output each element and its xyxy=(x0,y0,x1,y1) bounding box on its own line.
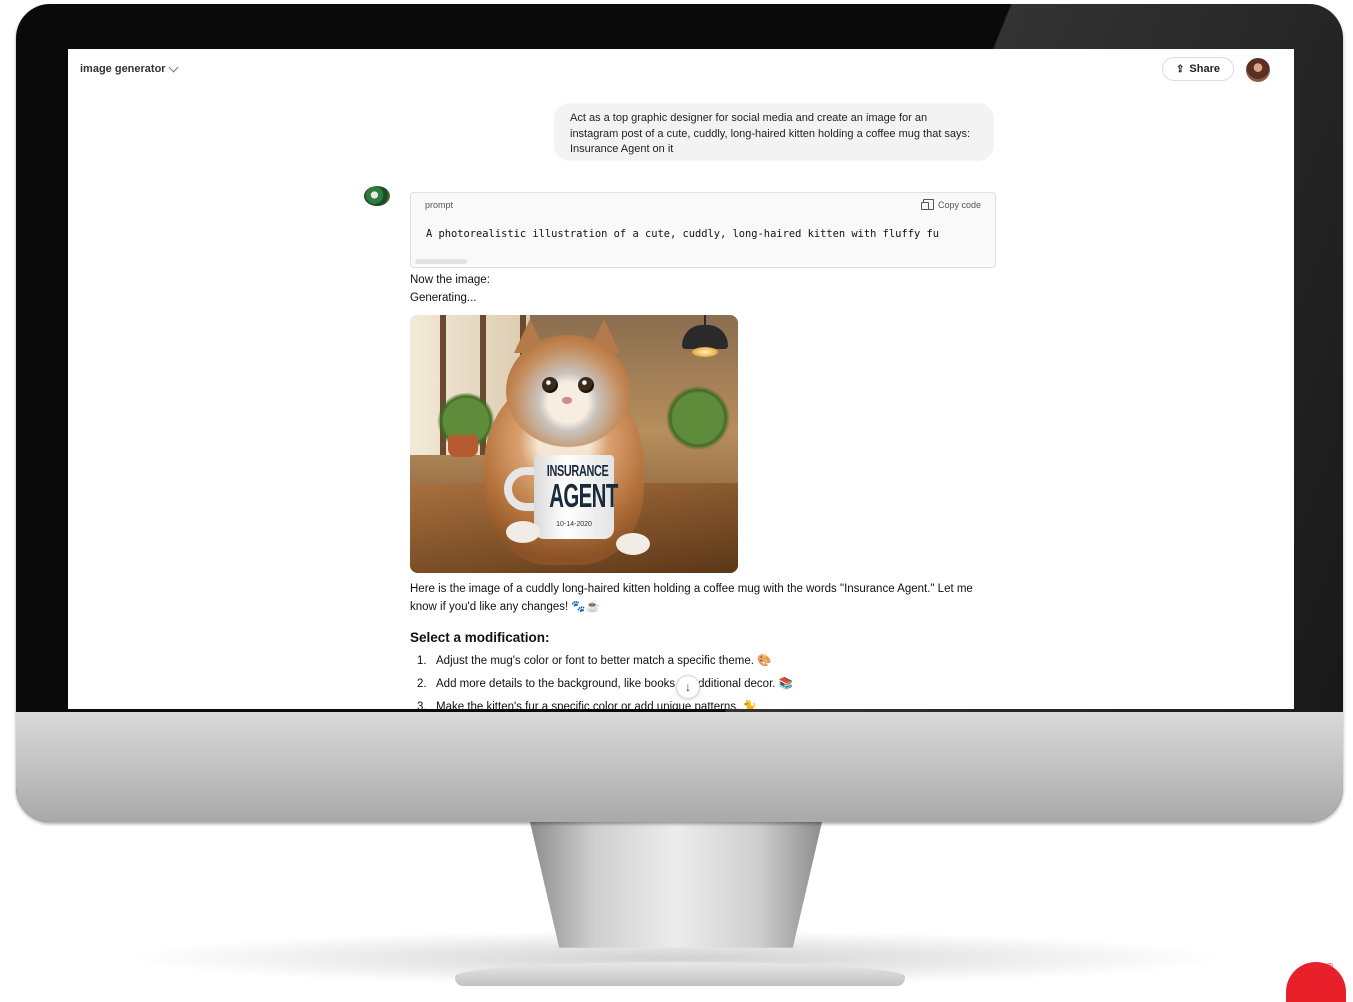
generating-text: Generating... xyxy=(410,292,477,304)
modification-heading: Select a modification: xyxy=(410,630,550,645)
app-window: image generator ⇪ Share Act as a top gra… xyxy=(68,49,1294,709)
user-message-text: Act as a top graphic designer for social… xyxy=(570,112,971,155)
copy-code-label: Copy code xyxy=(937,199,981,210)
image-kitten-paw-right xyxy=(616,533,650,555)
mug-text-line2: AGENT xyxy=(549,477,618,514)
monitor-stand-base xyxy=(455,962,905,986)
model-label: image generator xyxy=(80,63,166,75)
model-selector[interactable]: image generator xyxy=(80,62,179,75)
image-pot xyxy=(448,435,478,457)
image-kitten-paw-left xyxy=(506,521,540,543)
scroll-to-bottom-button[interactable]: ↓ xyxy=(676,675,700,699)
code-block: prompt Copy code A photorealistic illust… xyxy=(410,192,996,268)
copy-code-button[interactable]: Copy code xyxy=(920,199,981,210)
generated-image[interactable]: INSURANCE AGENT 10-14-2020 xyxy=(410,315,738,573)
list-item: 1. Adjust the mug's color or font to bet… xyxy=(417,655,772,667)
image-plant-right xyxy=(666,385,730,451)
code-horizontal-scrollbar[interactable] xyxy=(415,259,467,264)
share-button[interactable]: ⇪ Share xyxy=(1162,57,1234,81)
user-avatar[interactable] xyxy=(1246,58,1270,82)
list-item: 2. Add more details to the background, l… xyxy=(417,678,793,690)
share-icon: ⇪ xyxy=(1176,63,1185,75)
registered-mark: ® xyxy=(1326,962,1334,973)
monitor-chin xyxy=(16,712,1343,822)
modification-list: 1. Adjust the mug's color or font to bet… xyxy=(410,652,1010,709)
image-lamp xyxy=(682,325,728,349)
image-lamp-glow xyxy=(692,347,718,357)
list-item: 3. Make the kitten's fur a specific colo… xyxy=(417,701,757,709)
image-mug: INSURANCE AGENT 10-14-2020 xyxy=(534,455,618,539)
assistant-reply-text: Here is the image of a cuddly long-haire… xyxy=(410,583,973,613)
chevron-down-icon xyxy=(168,62,179,73)
share-label: Share xyxy=(1189,63,1220,75)
user-message-bubble: Act as a top graphic designer for social… xyxy=(554,103,994,161)
assistant-avatar xyxy=(364,186,390,206)
now-image-text: Now the image: xyxy=(410,274,490,286)
monitor-frame: image generator ⇪ Share Act as a top gra… xyxy=(16,4,1343,822)
arrow-down-icon: ↓ xyxy=(685,680,691,694)
code-language-label: prompt xyxy=(425,200,454,210)
image-kitten-head xyxy=(506,335,630,447)
code-text: A photorealistic illustration of a cute,… xyxy=(426,228,939,240)
image-kitten-nose xyxy=(562,397,572,404)
copy-icon xyxy=(920,199,934,210)
top-bar: image generator ⇪ Share xyxy=(68,49,1294,89)
mug-date-text: 10-14-2020 xyxy=(556,521,592,528)
brand-logo xyxy=(1286,962,1346,1002)
image-kitten-eye-left xyxy=(542,377,558,393)
image-kitten-eye-right xyxy=(578,377,594,393)
